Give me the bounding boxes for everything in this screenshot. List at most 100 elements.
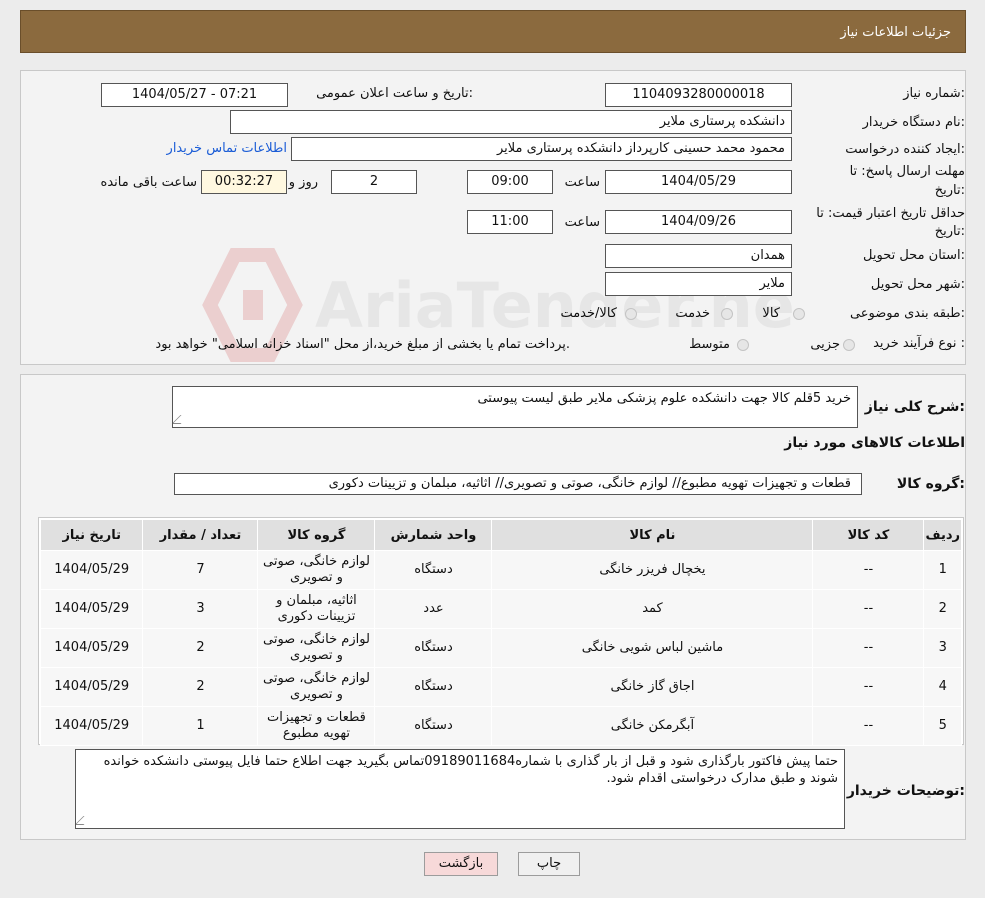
cell-item-name: کمد <box>491 589 814 629</box>
city-field: ملایر <box>605 272 792 296</box>
buyer-notes-text: حتما پیش فاکتور بارگذاری شود و قبل از با… <box>103 754 838 786</box>
days-remaining-field: 2 <box>331 170 417 194</box>
page-title: جزئیات اطلاعات نیاز <box>840 25 951 40</box>
province-label: استان محل تحویل: <box>863 248 965 263</box>
category-radio-goods[interactable] <box>793 308 805 320</box>
goods-group-label: گروه کالا: <box>896 476 965 492</box>
cell-item-code: -- <box>812 706 925 746</box>
validity-time-field: 11:00 <box>467 210 553 234</box>
cell-unit: دستگاه <box>374 550 493 590</box>
buyer-org-field: دانشکده پرستاری ملایر <box>230 110 792 134</box>
table-row: 2 -- کمد عدد اثاثیه، مبلمان و تزیینات دکوری 3… <box>39 589 962 629</box>
announce-label: تاریخ و ساعت اعلان عمومی: <box>316 86 473 101</box>
table-row: 3 -- ماشین لباس شویی خانگی دستگاه لوازم خانگ… <box>39 628 962 668</box>
validity-time-label: ساعت <box>564 215 600 230</box>
cell-need-date: 1404/05/29 <box>39 589 144 629</box>
cell-item-name: آبگرمکن خانگی <box>491 706 814 746</box>
need-number-label: شماره نیاز: <box>903 86 965 101</box>
cell-unit: دستگاه <box>374 628 493 668</box>
cell-goods-group: لوازم خانگی، صوتی و تصویری <box>257 550 376 590</box>
col-header-quantity: تعداد / مقدار <box>142 519 259 551</box>
cell-row-number: 2 <box>923 589 962 629</box>
cell-need-date: 1404/05/29 <box>39 550 144 590</box>
category-label: طبقه بندی موضوعی: <box>849 306 965 321</box>
announce-datetime-field: 1404/05/27 - 07:21 <box>101 83 288 107</box>
summary-textarea[interactable]: خرید 5قلم کالا جهت دانشکده علوم پزشکی مل… <box>172 386 858 428</box>
buyer-notes-label: توضیحات خریدار: <box>846 783 965 799</box>
days-label: روز و <box>288 175 318 190</box>
cell-goods-group: لوازم خانگی، صوتی و تصویری <box>257 667 376 707</box>
category-radio-service[interactable] <box>721 308 733 320</box>
creator-label: ایجاد کننده درخواست: <box>845 142 965 157</box>
creator-field: محمود محمد حسینی کارپرداز دانشکده پرستار… <box>291 137 792 161</box>
city-label: شهر محل تحویل: <box>870 277 965 292</box>
items-table-body: 1 -- یخچال فریزر خانگی دستگاه لوازم خانگی، ص… <box>39 550 962 746</box>
cell-need-date: 1404/05/29 <box>39 667 144 707</box>
page-header: جزئیات اطلاعات نیاز <box>20 10 966 53</box>
cell-item-code: -- <box>812 550 925 590</box>
cell-row-number: 3 <box>923 628 962 668</box>
cell-unit: عدد <box>374 589 493 629</box>
buyer-org-label: نام دستگاه خریدار: <box>862 115 965 130</box>
table-row: 4 -- اجاق گاز خانگی دستگاه لوازم خانگی، صوتی… <box>39 667 962 707</box>
summary-text: خرید 5قلم کالا جهت دانشکده علوم پزشکی مل… <box>477 391 851 406</box>
col-header-need-date: تاریخ نیاز <box>39 519 144 551</box>
validity-date-field: 1404/09/26 <box>605 210 792 234</box>
summary-label: شرح کلی نیاز: <box>864 399 965 415</box>
process-option-medium: متوسط <box>689 337 730 352</box>
cell-goods-group: قطعات و تجهیزات تهویه مطبوع <box>257 706 376 746</box>
category-option-service: خدمت <box>675 306 710 321</box>
cell-row-number: 1 <box>923 550 962 590</box>
col-header-goods-group: گروه کالا <box>257 519 376 551</box>
cell-quantity: 1 <box>142 706 259 746</box>
process-note: پرداخت تمام یا بخشی از مبلغ خرید،از محل … <box>155 337 570 352</box>
cell-item-code: -- <box>812 589 925 629</box>
category-option-goods-service: کالا/خدمت <box>560 306 617 321</box>
resize-handle-icon[interactable] <box>173 415 190 424</box>
buyer-notes-textarea[interactable]: حتما پیش فاکتور بارگذاری شود و قبل از با… <box>75 749 845 829</box>
reply-time-field: 09:00 <box>467 170 553 194</box>
cell-need-date: 1404/05/29 <box>39 628 144 668</box>
process-option-minor: جزیی <box>810 337 840 352</box>
col-header-row-number: ردیف <box>923 519 962 551</box>
cell-goods-group: اثاثیه، مبلمان و تزیینات دکوری <box>257 589 376 629</box>
print-button[interactable]: چاپ <box>518 852 580 876</box>
cell-item-code: -- <box>812 667 925 707</box>
table-header-row: ردیف کد کالا نام کالا واحد شمارش گروه کا… <box>39 519 962 551</box>
items-heading: اطلاعات کالاهای مورد نیاز <box>784 435 965 451</box>
resize-handle-icon[interactable] <box>76 816 93 825</box>
process-radio-medium[interactable] <box>737 339 749 351</box>
cell-quantity: 7 <box>142 550 259 590</box>
cell-unit: دستگاه <box>374 667 493 707</box>
items-table-wrapper: ردیف کد کالا نام کالا واحد شمارش گروه کا… <box>38 517 964 746</box>
col-header-item-code: کد کالا <box>812 519 925 551</box>
back-button[interactable]: بازگشت <box>424 852 498 876</box>
cell-need-date: 1404/05/29 <box>39 706 144 746</box>
remaining-time-label: ساعت باقی مانده <box>100 175 197 190</box>
buyer-contact-link[interactable]: اطلاعات تماس خریدار <box>167 141 287 156</box>
table-row: 1 -- یخچال فریزر خانگی دستگاه لوازم خانگی، ص… <box>39 550 962 590</box>
category-option-goods: کالا <box>762 306 780 321</box>
cell-item-name: اجاق گاز خانگی <box>491 667 814 707</box>
cell-unit: دستگاه <box>374 706 493 746</box>
goods-group-field: قطعات و تجهیزات تهویه مطبوع// لوازم خانگ… <box>174 473 862 495</box>
process-radio-minor[interactable] <box>843 339 855 351</box>
cell-item-name: یخچال فریزر خانگی <box>491 550 814 590</box>
cell-quantity: 2 <box>142 667 259 707</box>
items-table: ردیف کد کالا نام کالا واحد شمارش گروه کا… <box>39 519 962 746</box>
reply-date-field: 1404/05/29 <box>605 170 792 194</box>
reply-deadline-label-2: تاریخ: <box>934 183 965 198</box>
validity-label: حداقل تاریخ اعتبار قیمت: تا <box>816 206 965 221</box>
need-number-field: 1104093280000018 <box>605 83 792 107</box>
cell-row-number: 5 <box>923 706 962 746</box>
reply-time-label: ساعت <box>564 175 600 190</box>
process-type-label: نوع فرآیند خرید : <box>873 336 965 351</box>
reply-deadline-label: مهلت ارسال پاسخ: تا <box>849 164 965 179</box>
remaining-time-field: 00:32:27 <box>201 170 287 194</box>
col-header-unit: واحد شمارش <box>374 519 493 551</box>
cell-row-number: 4 <box>923 667 962 707</box>
cell-quantity: 3 <box>142 589 259 629</box>
cell-quantity: 2 <box>142 628 259 668</box>
col-header-item-name: نام کالا <box>491 519 814 551</box>
category-radio-goods-service[interactable] <box>625 308 637 320</box>
